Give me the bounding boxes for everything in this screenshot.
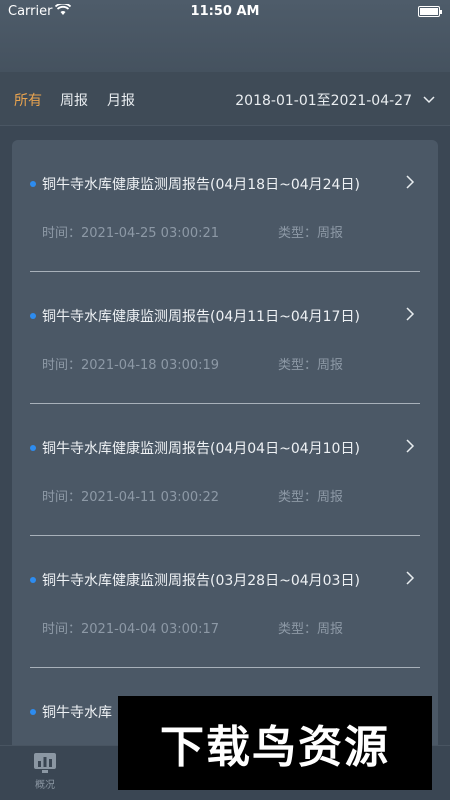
battery-icon xyxy=(418,6,442,17)
report-title: 铜牛寺水库 xyxy=(42,705,112,721)
tab-overview-label: 概况 xyxy=(35,780,55,791)
date-range-selector[interactable]: 2018-01-01至2021-04-27 xyxy=(235,90,412,110)
chevron-right-icon xyxy=(404,570,416,585)
bullet-icon xyxy=(30,577,36,583)
clock: 11:50 AM xyxy=(190,4,260,19)
chart-icon xyxy=(34,753,56,773)
report-time: 时间：2021-04-04 03:00:17 xyxy=(42,622,220,637)
status-bar: Carrier 11:50 AM xyxy=(0,0,450,24)
filter-tab-monthly[interactable]: 月报 xyxy=(107,90,135,110)
report-item[interactable]: 铜牛寺水库健康监测周报告(04月18日~04月24日) 时间：2021-04-2… xyxy=(12,140,438,272)
report-type: 类型：周报 xyxy=(278,358,344,373)
report-title: 铜牛寺水库健康监测周报告(04月18日~04月24日) xyxy=(42,177,360,193)
report-item[interactable]: 铜牛寺水库健康监测周报告(03月28日~04月03日) 时间：2021-04-0… xyxy=(12,536,438,668)
chevron-right-icon xyxy=(404,438,416,453)
app-header: Carrier 11:50 AM xyxy=(0,0,450,72)
chevron-down-icon[interactable] xyxy=(422,92,436,106)
bullet-icon xyxy=(30,181,36,187)
chevron-right-icon xyxy=(404,174,416,189)
report-title: 铜牛寺水库健康监测周报告(04月11日~04月17日) xyxy=(42,309,360,325)
report-type: 类型：周报 xyxy=(278,490,344,505)
report-title: 铜牛寺水库健康监测周报告(04月04日~04月10日) xyxy=(42,441,360,457)
report-list: 铜牛寺水库健康监测周报告(04月18日~04月24日) 时间：2021-04-2… xyxy=(12,140,438,790)
filter-bar: 所有 周报 月报 2018-01-01至2021-04-27 xyxy=(0,72,450,126)
report-item[interactable]: 铜牛寺水库健康监测周报告(04月04日~04月10日) 时间：2021-04-1… xyxy=(12,404,438,536)
report-type: 类型：周报 xyxy=(278,622,344,637)
watermark-banner: 下载鸟资源 xyxy=(118,696,432,790)
filter-tab-weekly[interactable]: 周报 xyxy=(60,90,88,110)
report-type: 类型：周报 xyxy=(278,226,344,241)
report-time: 时间：2021-04-11 03:00:22 xyxy=(42,490,220,505)
bullet-icon xyxy=(30,445,36,451)
report-time: 时间：2021-04-18 03:00:19 xyxy=(42,358,220,373)
bullet-icon xyxy=(30,709,36,715)
filter-tab-all[interactable]: 所有 xyxy=(14,90,42,110)
report-time: 时间：2021-04-25 03:00:21 xyxy=(42,226,220,241)
report-item[interactable]: 铜牛寺水库健康监测周报告(04月11日~04月17日) 时间：2021-04-1… xyxy=(12,272,438,404)
chevron-right-icon xyxy=(404,306,416,321)
report-title: 铜牛寺水库健康监测周报告(03月28日~04月03日) xyxy=(42,573,360,589)
tab-overview[interactable]: 概况 xyxy=(15,752,75,791)
bullet-icon xyxy=(30,313,36,319)
